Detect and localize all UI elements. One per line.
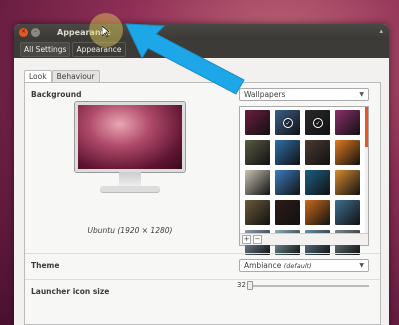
- look-panel: Background Ubuntu (1920 × 1280) Wallpape…: [24, 82, 381, 325]
- wallpaper-thumbnail[interactable]: [305, 170, 330, 195]
- maximize-icon[interactable]: ▴: [379, 27, 383, 35]
- wallpaper-caption: Ubuntu (1920 × 1280): [87, 226, 173, 235]
- theme-value: Ambiance (default): [244, 261, 312, 270]
- launcher-icon-size-value: 32: [237, 281, 246, 289]
- wallpaper-preview: [75, 102, 185, 192]
- wallpaper-thumbnail[interactable]: [305, 200, 330, 225]
- background-source-value: Wallpapers: [244, 90, 286, 99]
- wallpaper-thumbnail[interactable]: [245, 200, 270, 225]
- background-label: Background: [31, 90, 82, 99]
- monitor-base: [100, 186, 160, 192]
- wallpaper-thumbnail[interactable]: ✓: [305, 110, 330, 135]
- wallpaper-thumbnail[interactable]: [245, 170, 270, 195]
- wallpaper-grid: ✓ ✓ + −: [239, 106, 369, 255]
- remove-wallpaper-button[interactable]: −: [253, 235, 262, 244]
- wallpaper-thumbnail[interactable]: [245, 140, 270, 165]
- minimize-icon[interactable]: –: [31, 27, 40, 37]
- theme-default-note: (default): [283, 262, 312, 270]
- wallpaper-grid-footer: + −: [240, 233, 368, 245]
- chevron-down-icon: ▼: [359, 91, 364, 98]
- tab-behaviour[interactable]: Behaviour: [51, 70, 100, 82]
- add-wallpaper-button[interactable]: +: [242, 235, 251, 244]
- scroll-thumb[interactable]: [365, 107, 368, 147]
- wallpaper-thumbnail[interactable]: [335, 200, 360, 225]
- divider: [25, 253, 380, 254]
- divider: [25, 279, 380, 280]
- theme-dropdown[interactable]: Ambiance (default) ▼: [239, 259, 369, 272]
- wallpaper-thumbnail[interactable]: [335, 170, 360, 195]
- theme-name: Ambiance: [244, 261, 282, 270]
- content-area: Look Behaviour Background Ubuntu (1920 ×…: [24, 70, 381, 325]
- launcher-icon-size-label: Launcher icon size: [31, 287, 110, 296]
- pointer-arrow-annotation: [125, 23, 245, 95]
- launcher-icon-size-slider[interactable]: [249, 285, 369, 287]
- wallpaper-thumbnail[interactable]: [335, 140, 360, 165]
- tab-look[interactable]: Look: [24, 70, 52, 82]
- mouse-cursor-icon: [102, 26, 110, 38]
- wallpaper-thumbnail[interactable]: [335, 110, 360, 135]
- close-icon[interactable]: ×: [19, 27, 28, 37]
- checkmark-icon: ✓: [313, 118, 323, 128]
- wallpaper-thumbnail[interactable]: [245, 110, 270, 135]
- all-settings-button[interactable]: All Settings: [20, 41, 71, 57]
- monitor-stand: [119, 172, 141, 186]
- checkmark-icon: ✓: [283, 118, 293, 128]
- wallpaper-thumbnail[interactable]: [275, 170, 300, 195]
- monitor-screen: [75, 102, 185, 172]
- wallpaper-thumbnail[interactable]: ✓: [275, 110, 300, 135]
- background-source-dropdown[interactable]: Wallpapers ▼: [239, 88, 369, 101]
- wallpaper-thumbnail[interactable]: [275, 140, 300, 165]
- wallpaper-thumbnail[interactable]: [305, 140, 330, 165]
- chevron-down-icon: ▼: [359, 262, 364, 269]
- theme-label: Theme: [31, 261, 60, 270]
- slider-handle[interactable]: [247, 281, 253, 290]
- wallpaper-thumbnail[interactable]: [275, 200, 300, 225]
- wallpaper-scrollbar[interactable]: [365, 107, 368, 234]
